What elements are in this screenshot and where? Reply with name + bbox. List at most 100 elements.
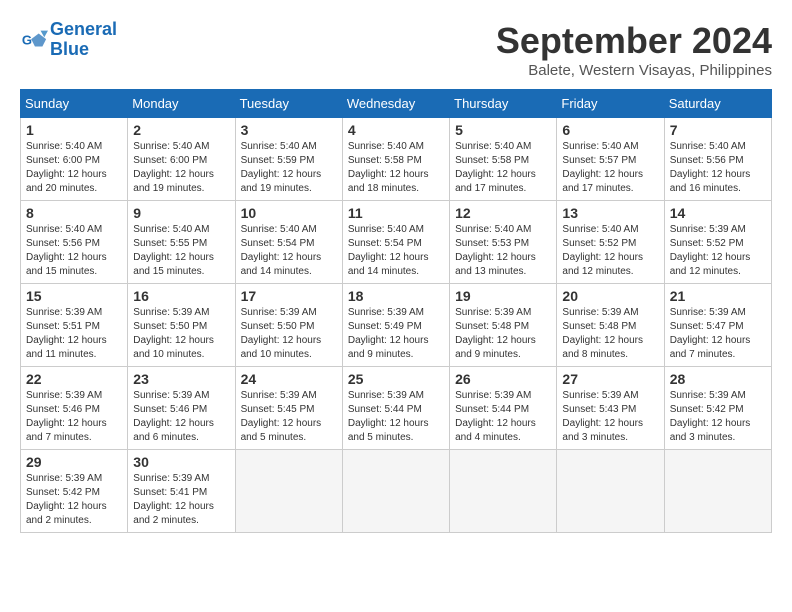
day-of-week-header: Monday bbox=[128, 90, 235, 118]
day-of-week-header: Tuesday bbox=[235, 90, 342, 118]
day-number: 23 bbox=[133, 371, 229, 387]
day-info: Sunrise: 5:39 AMSunset: 5:50 PMDaylight:… bbox=[133, 307, 214, 360]
calendar-day: 7 Sunrise: 5:40 AMSunset: 5:56 PMDaylight… bbox=[664, 118, 771, 201]
day-info: Sunrise: 5:39 AMSunset: 5:42 PMDaylight:… bbox=[670, 390, 751, 443]
day-info: Sunrise: 5:39 AMSunset: 5:41 PMDaylight:… bbox=[133, 473, 214, 526]
calendar-day: 15Sunrise: 5:39 AMSunset: 5:51 PMDayligh… bbox=[21, 284, 128, 367]
calendar-day: 6 Sunrise: 5:40 AMSunset: 5:57 PMDaylight… bbox=[557, 118, 664, 201]
calendar-day bbox=[342, 450, 449, 533]
day-number: 13 bbox=[562, 205, 658, 221]
day-info: Sunrise: 5:39 AMSunset: 5:44 PMDaylight:… bbox=[348, 390, 429, 443]
calendar-week: 29Sunrise: 5:39 AMSunset: 5:42 PMDayligh… bbox=[21, 450, 772, 533]
day-number: 14 bbox=[670, 205, 766, 221]
calendar-day: 26 Sunrise: 5:39 AMSunset: 5:44 PMDayligh… bbox=[450, 367, 557, 450]
day-number: 6 bbox=[562, 122, 658, 138]
calendar-day: 10 Sunrise: 5:40 AMSunset: 5:54 PMDayligh… bbox=[235, 201, 342, 284]
day-number: 27 bbox=[562, 371, 658, 387]
calendar-week: 22Sunrise: 5:39 AMSunset: 5:46 PMDayligh… bbox=[21, 367, 772, 450]
calendar-day: 2 Sunrise: 5:40 AMSunset: 6:00 PMDaylight… bbox=[128, 118, 235, 201]
calendar-day bbox=[664, 450, 771, 533]
day-of-week-header: Thursday bbox=[450, 90, 557, 118]
day-info: Sunrise: 5:40 AMSunset: 6:00 PMDaylight:… bbox=[133, 141, 214, 194]
day-info: Sunrise: 5:40 AMSunset: 5:54 PMDaylight:… bbox=[348, 224, 429, 277]
day-info: Sunrise: 5:39 AMSunset: 5:48 PMDaylight:… bbox=[562, 307, 643, 360]
calendar-week: 8Sunrise: 5:40 AMSunset: 5:56 PMDaylight… bbox=[21, 201, 772, 284]
day-number: 21 bbox=[670, 288, 766, 304]
day-of-week-header: Wednesday bbox=[342, 90, 449, 118]
calendar-day: 14 Sunrise: 5:39 AMSunset: 5:52 PMDayligh… bbox=[664, 201, 771, 284]
day-of-week-header: Friday bbox=[557, 90, 664, 118]
calendar-day: 1Sunrise: 5:40 AMSunset: 6:00 PMDaylight… bbox=[21, 118, 128, 201]
calendar-day: 9 Sunrise: 5:40 AMSunset: 5:55 PMDaylight… bbox=[128, 201, 235, 284]
logo-icon: G bbox=[20, 26, 48, 54]
logo: G General Blue bbox=[20, 20, 117, 60]
calendar-day: 12Sunrise: 5:40 AMSunset: 5:53 PMDayligh… bbox=[450, 201, 557, 284]
day-info: Sunrise: 5:40 AMSunset: 5:55 PMDaylight:… bbox=[133, 224, 214, 277]
day-number: 18 bbox=[348, 288, 444, 304]
day-info: Sunrise: 5:40 AMSunset: 5:56 PMDaylight:… bbox=[670, 141, 751, 194]
day-number: 4 bbox=[348, 122, 444, 138]
title-block: September 2024 Balete, Western Visayas, … bbox=[496, 20, 772, 79]
calendar-day: 24 Sunrise: 5:39 AMSunset: 5:45 PMDayligh… bbox=[235, 367, 342, 450]
day-number: 20 bbox=[562, 288, 658, 304]
month-title: September 2024 bbox=[496, 20, 772, 62]
calendar-week: 1 Sunrise: 5:40 AMSunset: 6:00 PMDaylight… bbox=[21, 118, 772, 201]
calendar-day: 30 Sunrise: 5:39 AMSunset: 5:41 PMDayligh… bbox=[128, 450, 235, 533]
logo-blue: Blue bbox=[50, 39, 89, 59]
calendar-day: 4Sunrise: 5:40 AMSunset: 5:58 PMDaylight… bbox=[342, 118, 449, 201]
day-info: Sunrise: 5:39 AMSunset: 5:45 PMDaylight:… bbox=[241, 390, 322, 443]
day-number: 30 bbox=[133, 454, 229, 470]
day-of-week-header: Sunday bbox=[21, 90, 128, 118]
day-number: 11 bbox=[348, 205, 444, 221]
page-header: G General Blue September 2024 Balete, We… bbox=[20, 20, 772, 79]
day-info: Sunrise: 5:40 AMSunset: 5:59 PMDaylight:… bbox=[241, 141, 322, 194]
day-info: Sunrise: 5:39 AMSunset: 5:49 PMDaylight:… bbox=[348, 307, 429, 360]
day-number: 26 bbox=[455, 371, 551, 387]
calendar-day bbox=[557, 450, 664, 533]
day-number: 16 bbox=[133, 288, 229, 304]
location-subtitle: Balete, Western Visayas, Philippines bbox=[496, 62, 772, 79]
day-number: 17 bbox=[241, 288, 337, 304]
day-number: 19 bbox=[455, 288, 551, 304]
day-info: Sunrise: 5:40 AMSunset: 5:54 PMDaylight:… bbox=[241, 224, 322, 277]
calendar-day: 19 Sunrise: 5:39 AMSunset: 5:48 PMDayligh… bbox=[450, 284, 557, 367]
day-number: 8 bbox=[26, 205, 122, 221]
calendar-day: 3 Sunrise: 5:40 AMSunset: 5:59 PMDaylight… bbox=[235, 118, 342, 201]
day-info: Sunrise: 5:40 AMSunset: 5:57 PMDaylight:… bbox=[562, 141, 643, 194]
day-info: Sunrise: 5:39 AMSunset: 5:50 PMDaylight:… bbox=[241, 307, 322, 360]
day-number: 3 bbox=[241, 122, 337, 138]
day-info: Sunrise: 5:39 AMSunset: 5:48 PMDaylight:… bbox=[455, 307, 536, 360]
day-number: 10 bbox=[241, 205, 337, 221]
calendar-table: SundayMondayTuesdayWednesdayThursdayFrid… bbox=[20, 89, 772, 533]
calendar-day bbox=[235, 450, 342, 533]
calendar-day: 16 Sunrise: 5:39 AMSunset: 5:50 PMDayligh… bbox=[128, 284, 235, 367]
day-info: Sunrise: 5:40 AMSunset: 5:58 PMDaylight:… bbox=[455, 141, 536, 194]
day-info: Sunrise: 5:39 AMSunset: 5:43 PMDaylight:… bbox=[562, 390, 643, 443]
calendar-day: 20 Sunrise: 5:39 AMSunset: 5:48 PMDayligh… bbox=[557, 284, 664, 367]
calendar-day: 27 Sunrise: 5:39 AMSunset: 5:43 PMDayligh… bbox=[557, 367, 664, 450]
calendar-day: 28 Sunrise: 5:39 AMSunset: 5:42 PMDayligh… bbox=[664, 367, 771, 450]
day-number: 7 bbox=[670, 122, 766, 138]
day-info: Sunrise: 5:39 AMSunset: 5:47 PMDaylight:… bbox=[670, 307, 751, 360]
svg-text:G: G bbox=[22, 32, 32, 47]
day-number: 9 bbox=[133, 205, 229, 221]
calendar-body: 1 Sunrise: 5:40 AMSunset: 6:00 PMDaylight… bbox=[21, 118, 772, 533]
day-number: 28 bbox=[670, 371, 766, 387]
day-info: Sunrise: 5:39 AMSunset: 5:44 PMDaylight:… bbox=[455, 390, 536, 443]
calendar-day: 29Sunrise: 5:39 AMSunset: 5:42 PMDayligh… bbox=[21, 450, 128, 533]
day-number: 2 bbox=[133, 122, 229, 138]
calendar-day: 11 Sunrise: 5:40 AMSunset: 5:54 PMDayligh… bbox=[342, 201, 449, 284]
day-number: 25 bbox=[348, 371, 444, 387]
calendar-day bbox=[450, 450, 557, 533]
day-info: Sunrise: 5:39 AMSunset: 5:52 PMDaylight:… bbox=[670, 224, 751, 277]
calendar-header: SundayMondayTuesdayWednesdayThursdayFrid… bbox=[21, 90, 772, 118]
calendar-day: 21 Sunrise: 5:39 AMSunset: 5:47 PMDayligh… bbox=[664, 284, 771, 367]
day-info: Sunrise: 5:39 AMSunset: 5:46 PMDaylight:… bbox=[133, 390, 214, 443]
day-number: 5 bbox=[455, 122, 551, 138]
calendar-day: 8Sunrise: 5:40 AMSunset: 5:56 PMDaylight… bbox=[21, 201, 128, 284]
day-number: 1 bbox=[26, 122, 122, 138]
logo-text: General Blue bbox=[50, 20, 117, 60]
day-number: 24 bbox=[241, 371, 337, 387]
day-number: 29 bbox=[26, 454, 122, 470]
calendar-week: 15Sunrise: 5:39 AMSunset: 5:51 PMDayligh… bbox=[21, 284, 772, 367]
